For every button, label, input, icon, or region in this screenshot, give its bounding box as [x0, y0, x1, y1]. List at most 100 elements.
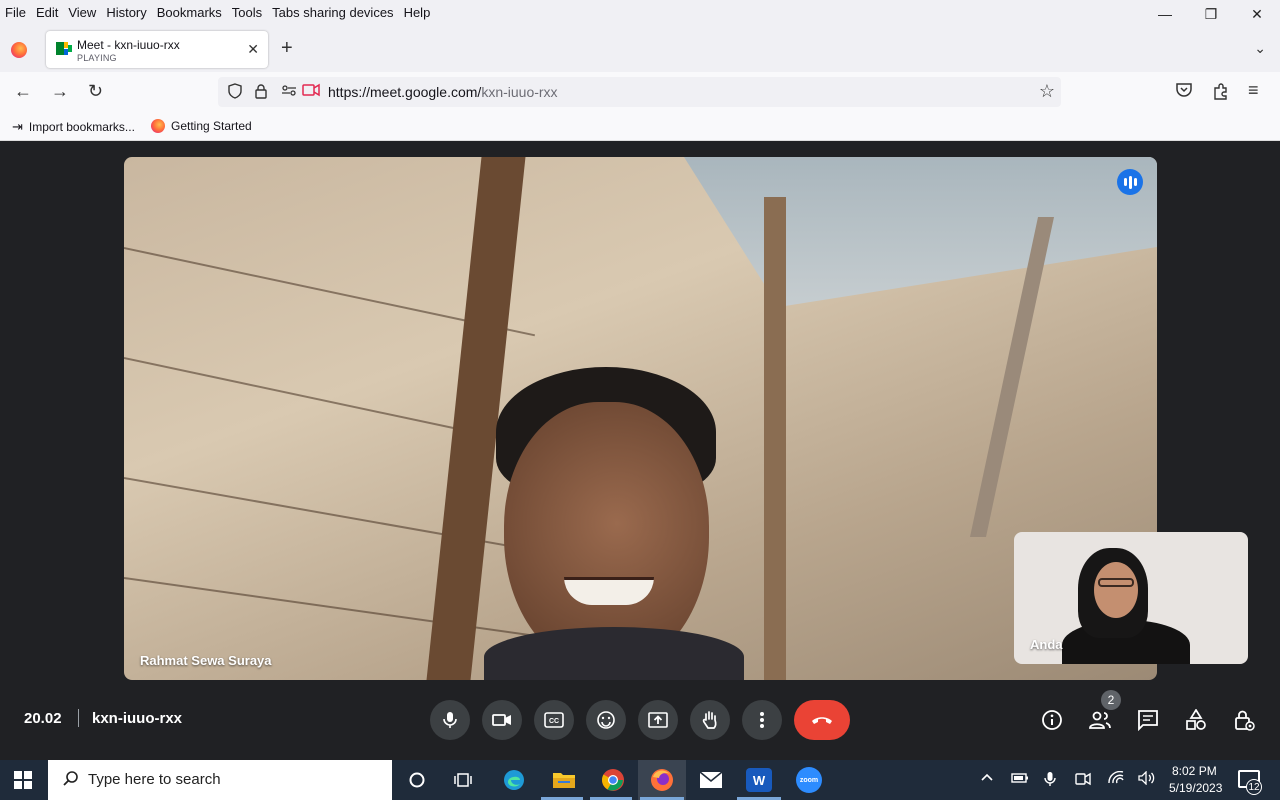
raise-hand-icon: [702, 711, 717, 729]
more-vert-icon: [760, 712, 764, 728]
reload-button[interactable]: ↻: [88, 81, 103, 101]
chat-icon: [1138, 710, 1158, 731]
menu-bar: File Edit View History Bookmarks Tools T…: [0, 0, 1280, 24]
navigation-bar: ← → ↻ https://meet.google.com/kxn-iuuo-r…: [0, 72, 1280, 112]
clock-date[interactable]: 5/19/2023: [1169, 781, 1222, 795]
host-controls-button[interactable]: [1232, 708, 1256, 732]
menu-help[interactable]: Help: [399, 5, 436, 20]
reactions-button[interactable]: [586, 700, 626, 740]
taskbar-search-input[interactable]: Type here to search: [48, 760, 392, 800]
url-text: https://meet.google.com/kxn-iuuo-rxx: [328, 84, 558, 100]
menu-view[interactable]: View: [63, 5, 101, 20]
battery-icon[interactable]: [1011, 771, 1029, 788]
info-icon: [1042, 710, 1062, 730]
bookmark-import[interactable]: ⇥ Import bookmarks...: [12, 119, 135, 135]
tab-bar: Meet - kxn-iuuo-rxx PLAYING ✕ + ⌄: [0, 24, 1280, 72]
host-controls-lock-icon: [1235, 710, 1255, 731]
people-button[interactable]: [1088, 708, 1112, 732]
bookmarks-toolbar: ⇥ Import bookmarks... Getting Started: [0, 112, 1280, 141]
notification-count-badge: 12: [1246, 779, 1262, 795]
svg-text:CC: CC: [549, 718, 559, 725]
camera-sharing-icon[interactable]: [302, 83, 320, 100]
windows-logo-icon: [14, 771, 22, 779]
camera-in-use-icon[interactable]: [1075, 771, 1091, 790]
people-icon: [1089, 711, 1111, 729]
firefox-view-icon[interactable]: [11, 42, 27, 58]
search-placeholder: Type here to search: [88, 771, 221, 788]
hang-up-icon: [812, 717, 832, 724]
mail-icon: [699, 771, 723, 788]
main-participant-video[interactable]: Rahmat Sewa Suraya: [124, 157, 1157, 680]
extensions-icon[interactable]: [1212, 82, 1230, 105]
self-view-tile[interactable]: Anda: [1014, 532, 1248, 664]
firefox-icon: [651, 769, 673, 791]
url-bar[interactable]: https://meet.google.com/kxn-iuuo-rxx ☆: [218, 77, 1061, 107]
tab-meet[interactable]: Meet - kxn-iuuo-rxx PLAYING ✕: [46, 31, 268, 68]
menu-file[interactable]: File: [0, 5, 31, 20]
microphone-button[interactable]: [430, 700, 470, 740]
cortana-button[interactable]: [404, 768, 430, 792]
volume-icon[interactable]: [1138, 770, 1156, 788]
more-options-button[interactable]: [742, 700, 782, 740]
meeting-details-button[interactable]: [1040, 708, 1064, 732]
lock-icon[interactable]: [254, 83, 268, 102]
chat-button[interactable]: [1136, 708, 1160, 732]
activities-shapes-icon: [1186, 709, 1206, 730]
permissions-icon[interactable]: [281, 83, 297, 100]
camera-button[interactable]: [482, 700, 522, 740]
clock-time[interactable]: 8:02 PM: [1172, 764, 1217, 778]
tab-close-icon[interactable]: ✕: [247, 41, 259, 58]
menu-tools[interactable]: Tools: [227, 5, 267, 20]
windows-logo-icon: [14, 781, 22, 789]
menu-edit[interactable]: Edit: [31, 5, 63, 20]
menu-tabs-sharing-devices[interactable]: Tabs sharing devices: [267, 5, 398, 20]
self-participant-name: Anda: [1030, 637, 1063, 652]
bookmark-getting-started[interactable]: Getting Started: [151, 119, 252, 133]
emoji-icon: [597, 711, 615, 729]
menu-history[interactable]: History: [101, 5, 151, 20]
activities-button[interactable]: [1184, 708, 1208, 732]
cortana-icon: [409, 772, 425, 788]
chrome-icon: [602, 769, 624, 791]
bookmark-label: Import bookmarks...: [28, 120, 135, 134]
pocket-icon[interactable]: [1175, 82, 1193, 103]
leave-call-button[interactable]: [794, 700, 850, 740]
chrome-taskbar-button[interactable]: [600, 768, 626, 792]
new-tab-button[interactable]: +: [281, 38, 293, 58]
app-menu-icon[interactable]: ≡: [1248, 80, 1259, 101]
tab-playing-label: PLAYING: [77, 53, 117, 63]
main-participant-name: Rahmat Sewa Suraya: [140, 653, 272, 668]
file-explorer-taskbar-button[interactable]: [551, 768, 577, 792]
participant-shirt: [484, 627, 744, 680]
raise-hand-button[interactable]: [690, 700, 730, 740]
start-button[interactable]: [14, 771, 32, 789]
back-button[interactable]: ←: [14, 81, 32, 101]
tray-overflow-chevron-icon[interactable]: [980, 771, 994, 788]
speaking-indicator-icon: [1117, 169, 1143, 195]
word-taskbar-button[interactable]: W: [746, 768, 772, 792]
meeting-code: kxn-iuuo-rxx: [92, 710, 183, 727]
tab-title: Meet - kxn-iuuo-rxx: [77, 38, 180, 52]
microphone-in-use-icon[interactable]: [1043, 771, 1057, 790]
task-view-button[interactable]: [451, 768, 477, 792]
wifi-icon[interactable]: [1108, 770, 1124, 788]
mail-taskbar-button[interactable]: [698, 768, 724, 792]
bookmark-star-icon[interactable]: ☆: [1039, 81, 1055, 102]
menu-bookmarks[interactable]: Bookmarks: [152, 5, 227, 20]
participant-smile: [564, 577, 654, 605]
edge-taskbar-button[interactable]: [501, 768, 527, 792]
present-icon: [648, 712, 668, 728]
search-icon: [62, 770, 80, 793]
meet-favicon-icon: [56, 42, 72, 55]
forward-button[interactable]: →: [51, 81, 69, 101]
firefox-taskbar-button[interactable]: [649, 768, 675, 792]
microphone-icon: [443, 712, 457, 728]
captions-button[interactable]: CC: [534, 700, 574, 740]
zoom-taskbar-button[interactable]: zoom: [796, 767, 822, 793]
present-screen-button[interactable]: [638, 700, 678, 740]
tab-list-chevron-icon[interactable]: ⌄: [1254, 40, 1266, 57]
windows-logo-icon: [24, 771, 32, 779]
self-glasses: [1098, 578, 1134, 587]
tracking-shield-icon[interactable]: [227, 83, 243, 102]
video-background-roof: [684, 157, 1157, 307]
